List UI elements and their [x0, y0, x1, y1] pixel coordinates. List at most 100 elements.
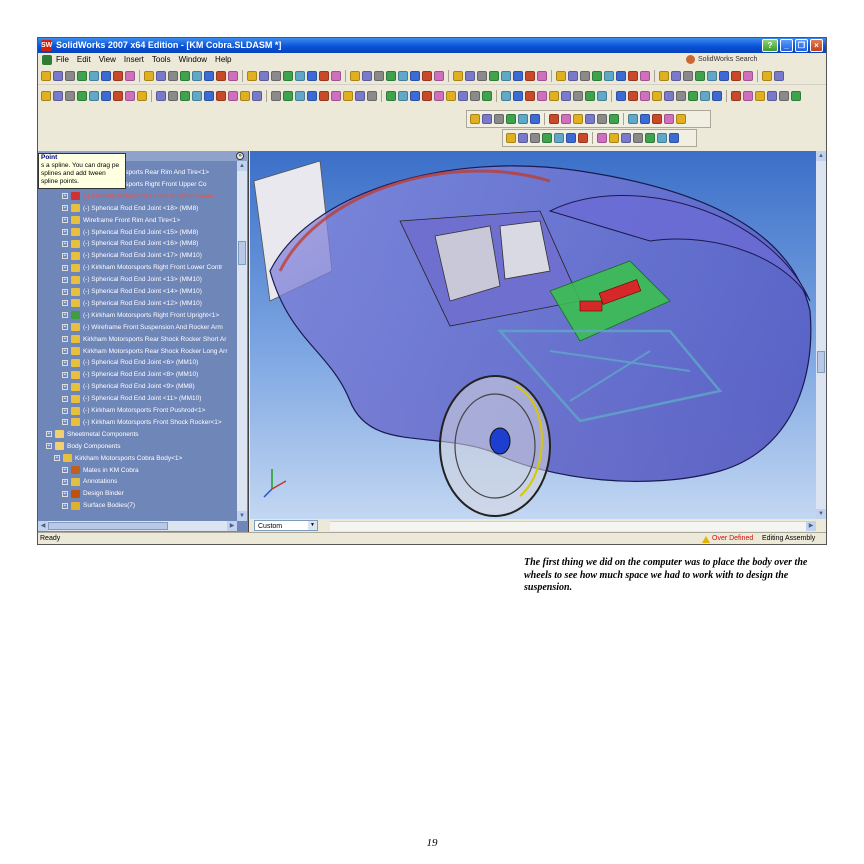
toolbar-button-icon[interactable]: [573, 91, 583, 101]
toolbar-button-icon[interactable]: [319, 71, 329, 81]
toolbar-button-icon[interactable]: [664, 114, 674, 124]
expand-icon[interactable]: +: [62, 205, 68, 212]
toolbar-button-icon[interactable]: [549, 91, 559, 101]
toolbar-button-icon[interactable]: [762, 71, 772, 81]
toolbar-button-icon[interactable]: [561, 114, 571, 124]
expand-icon[interactable]: +: [46, 443, 52, 450]
expand-icon[interactable]: +: [62, 288, 68, 295]
toolbar-button-icon[interactable]: [566, 133, 576, 143]
toolbar-button-icon[interactable]: [767, 91, 777, 101]
view-select[interactable]: Custom ▼: [254, 520, 318, 531]
toolbar-button-icon[interactable]: [228, 91, 238, 101]
toolbar-button-icon[interactable]: [271, 71, 281, 81]
expand-icon[interactable]: +: [62, 312, 68, 319]
toolbar-button-icon[interactable]: [137, 91, 147, 101]
expand-icon[interactable]: +: [62, 324, 68, 331]
toolbar-button-icon[interactable]: [53, 91, 63, 101]
toolbar-button-icon[interactable]: [307, 71, 317, 81]
expand-icon[interactable]: +: [46, 431, 52, 438]
toolbar-button-icon[interactable]: [410, 71, 420, 81]
toolbar-button-icon[interactable]: [518, 114, 528, 124]
toolbar-button-icon[interactable]: [422, 91, 432, 101]
tree-item[interactable]: + (-) Spherical Rod End Joint <12> (MM10): [62, 298, 202, 309]
toolbar-button-icon[interactable]: [465, 71, 475, 81]
toolbar-button-icon[interactable]: [585, 91, 595, 101]
scroll-right-icon[interactable]: ▶: [806, 522, 816, 531]
toolbar-button-icon[interactable]: [707, 71, 717, 81]
toolbar-button-icon[interactable]: [676, 114, 686, 124]
menu-window[interactable]: Window: [179, 55, 207, 64]
toolbar-button-icon[interactable]: [525, 91, 535, 101]
tree-item[interactable]: + Kirkham Motorsports Cobra Body<1>: [54, 453, 182, 464]
toolbar-button-icon[interactable]: [180, 91, 190, 101]
menu-insert[interactable]: Insert: [124, 55, 144, 64]
toolbar-button-icon[interactable]: [41, 71, 51, 81]
expand-icon[interactable]: +: [62, 348, 68, 354]
expand-icon[interactable]: +: [62, 467, 68, 473]
toolbar-button-icon[interactable]: [774, 71, 784, 81]
expand-icon[interactable]: +: [62, 419, 68, 426]
toolbar-button-icon[interactable]: [283, 71, 293, 81]
toolbar-button-icon[interactable]: [295, 71, 305, 81]
toolbar-button-icon[interactable]: [458, 91, 468, 101]
toolbar-button-icon[interactable]: [506, 114, 516, 124]
toolbar-button-icon[interactable]: [355, 91, 365, 101]
expand-icon[interactable]: +: [62, 217, 68, 224]
toolbar-button-icon[interactable]: [628, 91, 638, 101]
collapse-icon[interactable]: »: [236, 152, 244, 160]
toolbar-button-icon[interactable]: [307, 91, 317, 101]
toolbar-button-icon[interactable]: [271, 91, 281, 101]
toolbar-button-icon[interactable]: [125, 71, 135, 81]
toolbar-button-icon[interactable]: [597, 133, 607, 143]
toolbar-button-icon[interactable]: [319, 91, 329, 101]
toolbar-button-icon[interactable]: [621, 133, 631, 143]
scroll-left-icon[interactable]: ◀: [38, 521, 48, 531]
toolbar-button-icon[interactable]: [779, 91, 789, 101]
toolbar-button-icon[interactable]: [53, 71, 63, 81]
tree-item[interactable]: + Kirkham Motorsports Rear Shock Rocker S…: [62, 334, 226, 345]
tree-item[interactable]: + (-) Spherical Rod End Joint <15> (MM8): [62, 227, 198, 238]
tree-item[interactable]: + (-) Kirkham Motorsports Front Pushrod L…: [62, 191, 214, 202]
tree-item[interactable]: + (-) Spherical Rod End Joint <18> (MM8): [62, 203, 198, 214]
toolbar-button-icon[interactable]: [640, 71, 650, 81]
toolbar-button-icon[interactable]: [192, 91, 202, 101]
graphics-viewport[interactable]: [250, 151, 816, 519]
scroll-down-icon[interactable]: ▼: [816, 509, 826, 519]
toolbar-button-icon[interactable]: [113, 71, 123, 81]
toolbar-button-icon[interactable]: [537, 71, 547, 81]
toolbar-button-icon[interactable]: [657, 133, 667, 143]
toolbar-button-icon[interactable]: [712, 91, 722, 101]
toolbar-button-icon[interactable]: [676, 91, 686, 101]
tree-item[interactable]: + (-) Kirkham Motorsports Front Pushrod<1…: [62, 405, 205, 416]
minimize-button[interactable]: _: [780, 39, 793, 52]
toolbar-button-icon[interactable]: [228, 71, 238, 81]
expand-icon[interactable]: +: [62, 336, 68, 343]
toolbar-button-icon[interactable]: [77, 71, 87, 81]
toolbar-button-icon[interactable]: [683, 71, 693, 81]
tree-item[interactable]: + Kirkham Motorsports Rear Shock Rocker L…: [62, 346, 228, 357]
toolbar-button-icon[interactable]: [434, 91, 444, 101]
toolbar-button-icon[interactable]: [561, 91, 571, 101]
scroll-right-icon[interactable]: ▶: [227, 521, 237, 531]
toolbar-button-icon[interactable]: [343, 91, 353, 101]
toolbar-button-icon[interactable]: [374, 71, 384, 81]
toolbar-button-icon[interactable]: [240, 91, 250, 101]
expand-icon[interactable]: +: [62, 371, 68, 378]
toolbar-button-icon[interactable]: [331, 71, 341, 81]
toolbar-button-icon[interactable]: [65, 91, 75, 101]
toolbar-button-icon[interactable]: [755, 91, 765, 101]
toolbar-button-icon[interactable]: [168, 71, 178, 81]
toolbar-button-icon[interactable]: [77, 91, 87, 101]
toolbar-button-icon[interactable]: [89, 71, 99, 81]
close-button[interactable]: ×: [810, 39, 823, 52]
toolbar-button-icon[interactable]: [628, 71, 638, 81]
toolbar-button-icon[interactable]: [580, 71, 590, 81]
toolbar-button-icon[interactable]: [144, 71, 154, 81]
toolbar-button-icon[interactable]: [65, 71, 75, 81]
tree-horizontal-scrollbar[interactable]: ◀ ▶: [38, 521, 237, 531]
expand-icon[interactable]: +: [62, 300, 68, 307]
toolbar-button-icon[interactable]: [791, 91, 801, 101]
toolbar-button-icon[interactable]: [331, 91, 341, 101]
tree-item[interactable]: + (-) Kirkham Motorsports Right Front Upr…: [62, 310, 219, 321]
toolbar-button-icon[interactable]: [295, 91, 305, 101]
